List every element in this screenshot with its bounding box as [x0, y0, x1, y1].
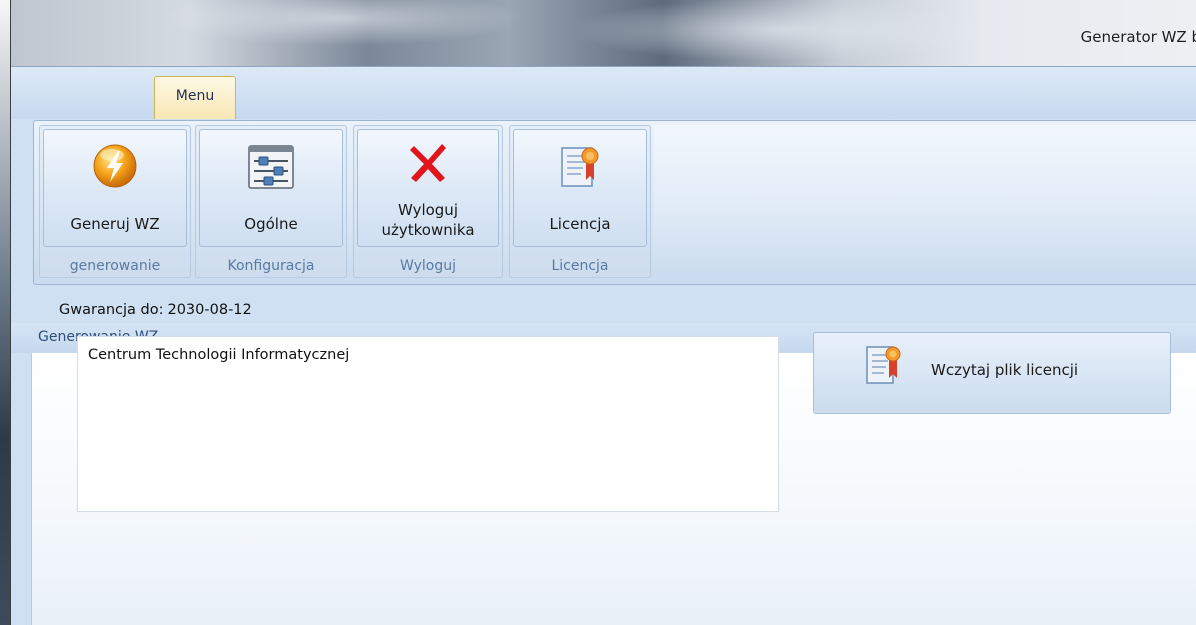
logout-label-line1: Wyloguj — [398, 201, 458, 219]
licensee-text: Centrum Technologii Informatycznej — [88, 347, 350, 363]
desktop-background — [0, 0, 10, 625]
logout-label: Wyloguj użytkownika — [358, 200, 498, 240]
group-label-konfiguracja: Konfiguracja — [227, 258, 315, 274]
ribbon-group-licencja: Licencja Licencja — [509, 125, 651, 278]
certificate-icon — [561, 147, 599, 187]
red-x-icon — [410, 144, 446, 182]
title-bar[interactable]: Generator WZ b — [11, 0, 1196, 66]
ribbon-tab-strip: Menu — [11, 67, 1196, 119]
licensee-textbox[interactable]: Centrum Technologii Informatycznej — [77, 336, 779, 512]
ribbon: Generuj WZ generowanie Ogólne Konfigurac… — [33, 120, 1196, 285]
certificate-icon — [866, 346, 901, 384]
general-settings-button[interactable]: Ogólne — [199, 129, 343, 247]
group-label-wyloguj: Wyloguj — [400, 258, 456, 274]
tab-menu[interactable]: Menu — [154, 76, 236, 119]
lightning-icon — [93, 144, 137, 188]
warranty-label: Gwarancja do: — [59, 302, 164, 318]
generate-wz-button[interactable]: Generuj WZ — [43, 129, 187, 247]
warranty-date: 2030-08-12 — [167, 302, 252, 318]
tab-menu-label: Menu — [175, 88, 215, 104]
license-label: Licencja — [549, 215, 611, 233]
general-settings-label: Ogólne — [244, 215, 298, 233]
ribbon-group-generowanie: Generuj WZ generowanie — [39, 125, 191, 278]
license-button[interactable]: Licencja — [513, 129, 647, 247]
ribbon-group-konfiguracja: Ogólne Konfiguracja — [195, 125, 347, 278]
sliders-icon — [248, 145, 294, 189]
ribbon-empty-area — [654, 125, 1196, 275]
window-title: Generator WZ b — [1080, 28, 1196, 46]
group-label-licencja: Licencja — [551, 258, 609, 274]
group-label-generowanie: generowanie — [69, 258, 161, 274]
logout-button[interactable]: Wyloguj użytkownika — [357, 129, 499, 247]
warranty-info: Gwarancja do: 2030-08-12 — [59, 302, 252, 318]
load-license-file-label: Wczytaj plik licencji — [931, 361, 1079, 379]
logout-label-line2: użytkownika — [381, 221, 475, 239]
load-license-file-button[interactable]: Wczytaj plik licencji — [813, 332, 1171, 414]
app-window: Generator WZ b Menu Generuj WZ generowan… — [10, 0, 1196, 625]
ribbon-group-wyloguj: Wyloguj użytkownika Wyloguj — [353, 125, 503, 278]
generate-wz-label: Generuj WZ — [70, 215, 160, 233]
